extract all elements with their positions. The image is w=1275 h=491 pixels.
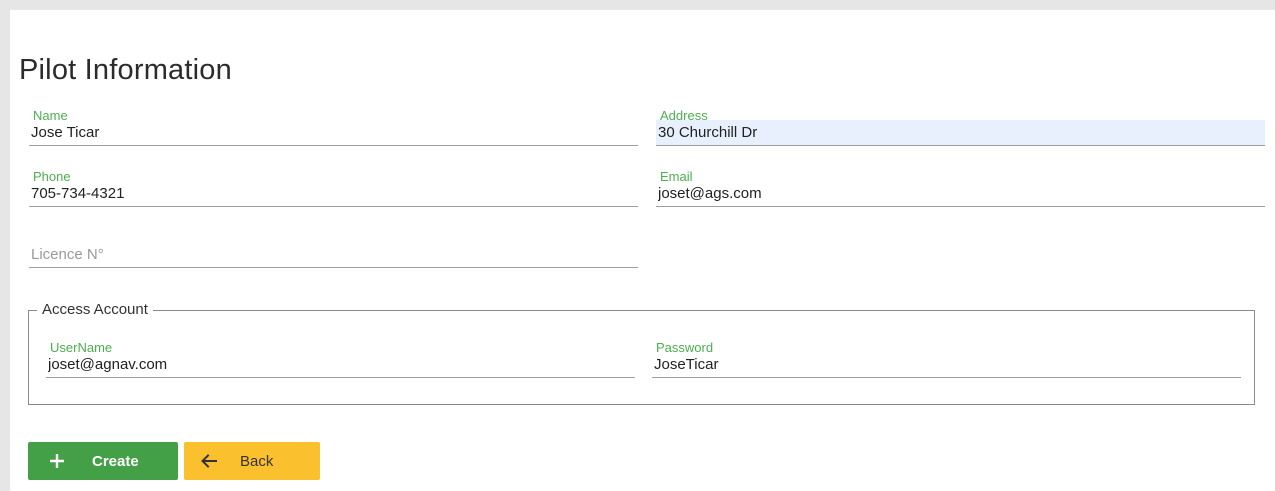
create-button-label: Create bbox=[92, 452, 139, 470]
licence-input[interactable] bbox=[29, 242, 638, 268]
back-button-label: Back bbox=[240, 452, 274, 470]
name-field: Name bbox=[29, 108, 638, 150]
email-field: Email bbox=[656, 169, 1265, 211]
email-input[interactable] bbox=[656, 181, 1265, 207]
access-account-legend: Access Account bbox=[37, 301, 153, 318]
phone-field: Phone bbox=[29, 169, 638, 211]
arrow-left-icon bbox=[200, 452, 218, 470]
create-button[interactable]: Create bbox=[28, 442, 178, 480]
address-field: Address bbox=[656, 108, 1265, 150]
plus-icon bbox=[48, 452, 66, 470]
back-button[interactable]: Back bbox=[184, 442, 320, 480]
address-input[interactable] bbox=[656, 120, 1265, 146]
page-title: Pilot Information bbox=[19, 54, 232, 87]
access-account-group: Access Account UserName Password bbox=[28, 301, 1255, 405]
username-input[interactable] bbox=[46, 352, 635, 378]
pilot-form-card: Pilot Information Name Address Phone Ema… bbox=[10, 9, 1275, 491]
name-input[interactable] bbox=[29, 120, 638, 146]
password-input[interactable] bbox=[652, 352, 1241, 378]
password-field: Password bbox=[652, 340, 1241, 382]
username-field: UserName bbox=[46, 340, 635, 382]
phone-input[interactable] bbox=[29, 181, 638, 207]
licence-field bbox=[29, 230, 638, 272]
